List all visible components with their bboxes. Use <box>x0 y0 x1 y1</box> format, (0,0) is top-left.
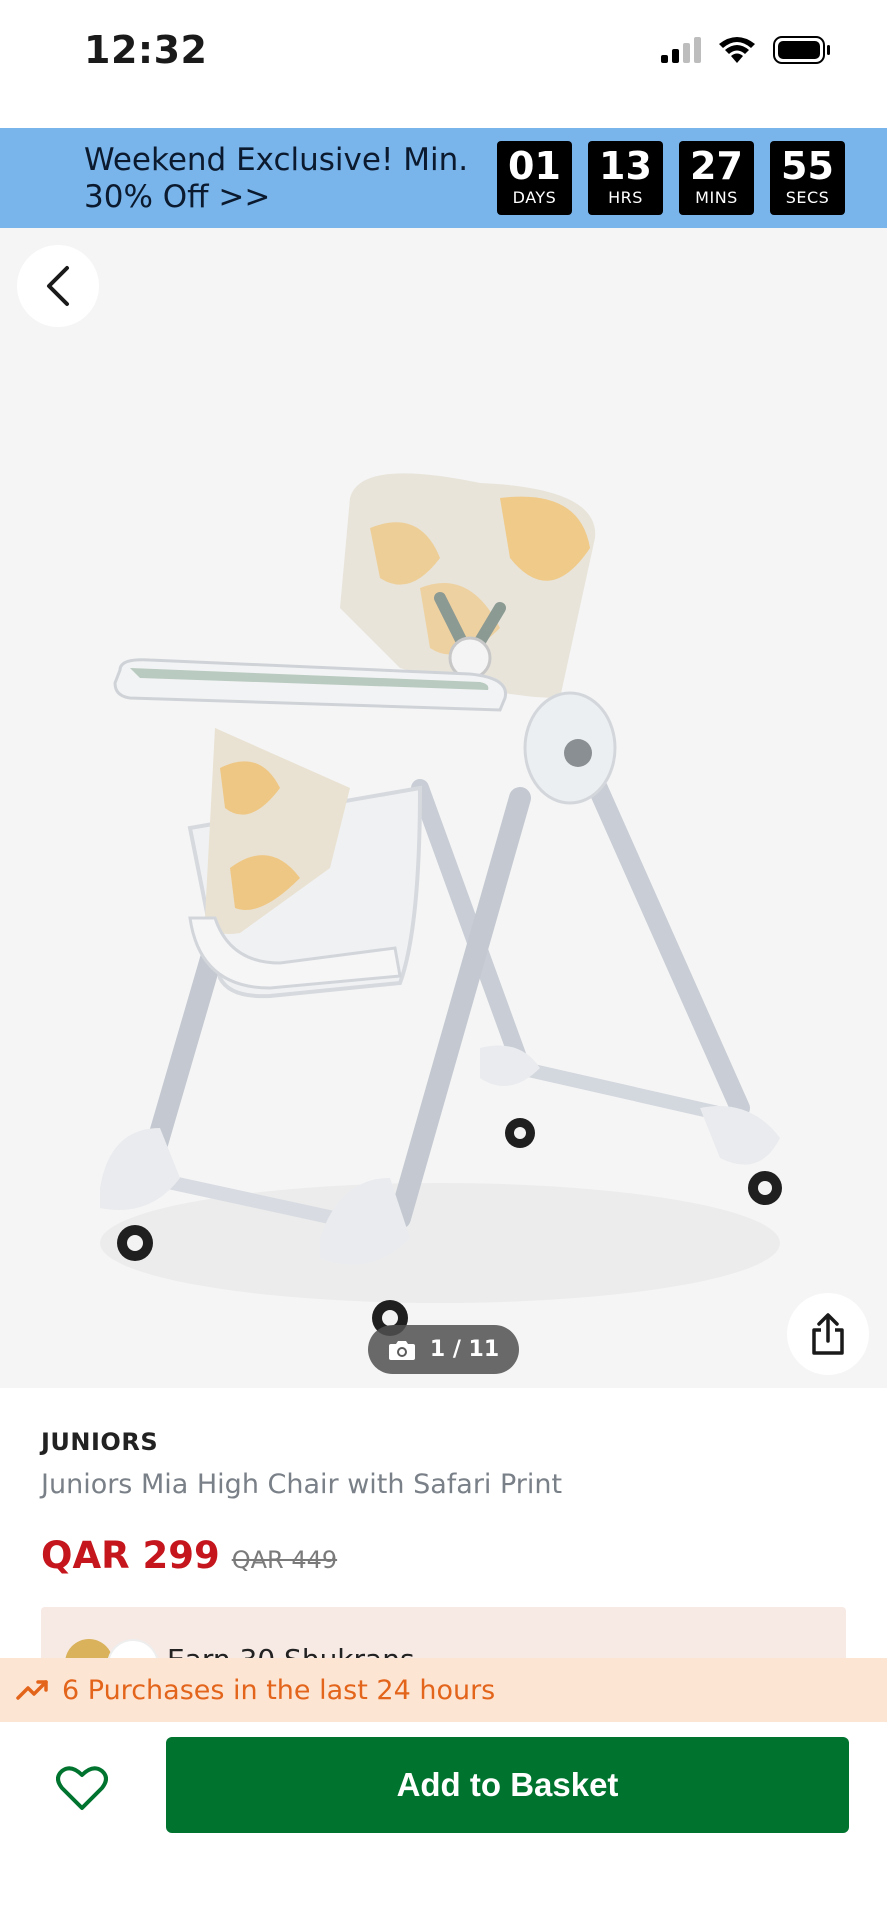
heart-icon <box>56 1766 108 1810</box>
battery-icon <box>773 36 830 64</box>
trending-up-icon <box>16 1680 48 1700</box>
promo-banner[interactable]: Weekend Exclusive! Min. 30% Off >> 01 DA… <box>0 128 887 228</box>
purchases-banner: 6 Purchases in the last 24 hours <box>0 1658 887 1722</box>
signal-icon <box>661 37 701 63</box>
current-price: QAR 299 <box>41 1534 220 1577</box>
countdown-value: 01 <box>508 144 561 188</box>
status-bar: 12:32 <box>0 0 887 128</box>
wishlist-button[interactable] <box>52 1758 112 1818</box>
status-icons <box>661 36 831 64</box>
promo-text[interactable]: Weekend Exclusive! Min. 30% Off >> <box>84 142 484 216</box>
product-title: Juniors Mia High Chair with Safari Print <box>41 1469 563 1500</box>
image-counter-text: 1 / 11 <box>429 1337 500 1362</box>
back-button[interactable] <box>17 245 99 327</box>
countdown-label: DAYS <box>512 188 557 207</box>
countdown-timer: 01 DAYS 13 HRS 27 MINS 55 SECS <box>497 141 845 215</box>
share-icon <box>812 1313 844 1355</box>
chevron-left-icon <box>47 266 69 306</box>
countdown-label: HRS <box>608 188 643 207</box>
countdown-label: SECS <box>785 188 830 207</box>
countdown-seconds: 55 SECS <box>770 141 845 215</box>
countdown-value: 27 <box>690 144 743 188</box>
image-counter: 1 / 11 <box>368 1325 519 1374</box>
original-price: QAR 449 <box>231 1546 338 1574</box>
countdown-hours: 13 HRS <box>588 141 663 215</box>
countdown-value: 13 <box>599 144 652 188</box>
product-image <box>100 473 782 1336</box>
wifi-icon <box>719 37 755 63</box>
bottom-action-bar: Add to Basket <box>0 1722 887 1920</box>
add-to-basket-button[interactable]: Add to Basket <box>166 1737 849 1833</box>
product-image-gallery[interactable]: 1 / 11 <box>0 228 887 1388</box>
product-brand[interactable]: JUNIORS <box>41 1428 158 1456</box>
status-time: 12:32 <box>84 28 208 72</box>
countdown-days: 01 DAYS <box>497 141 572 215</box>
countdown-minutes: 27 MINS <box>679 141 754 215</box>
camera-icon <box>388 1340 415 1360</box>
countdown-label: MINS <box>695 188 738 207</box>
purchases-text: 6 Purchases in the last 24 hours <box>62 1674 496 1706</box>
countdown-value: 55 <box>781 144 834 188</box>
product-details: JUNIORS Juniors Mia High Chair with Safa… <box>0 1388 887 1687</box>
price-row: QAR 299 QAR 449 <box>41 1534 337 1577</box>
share-button[interactable] <box>787 1293 869 1375</box>
